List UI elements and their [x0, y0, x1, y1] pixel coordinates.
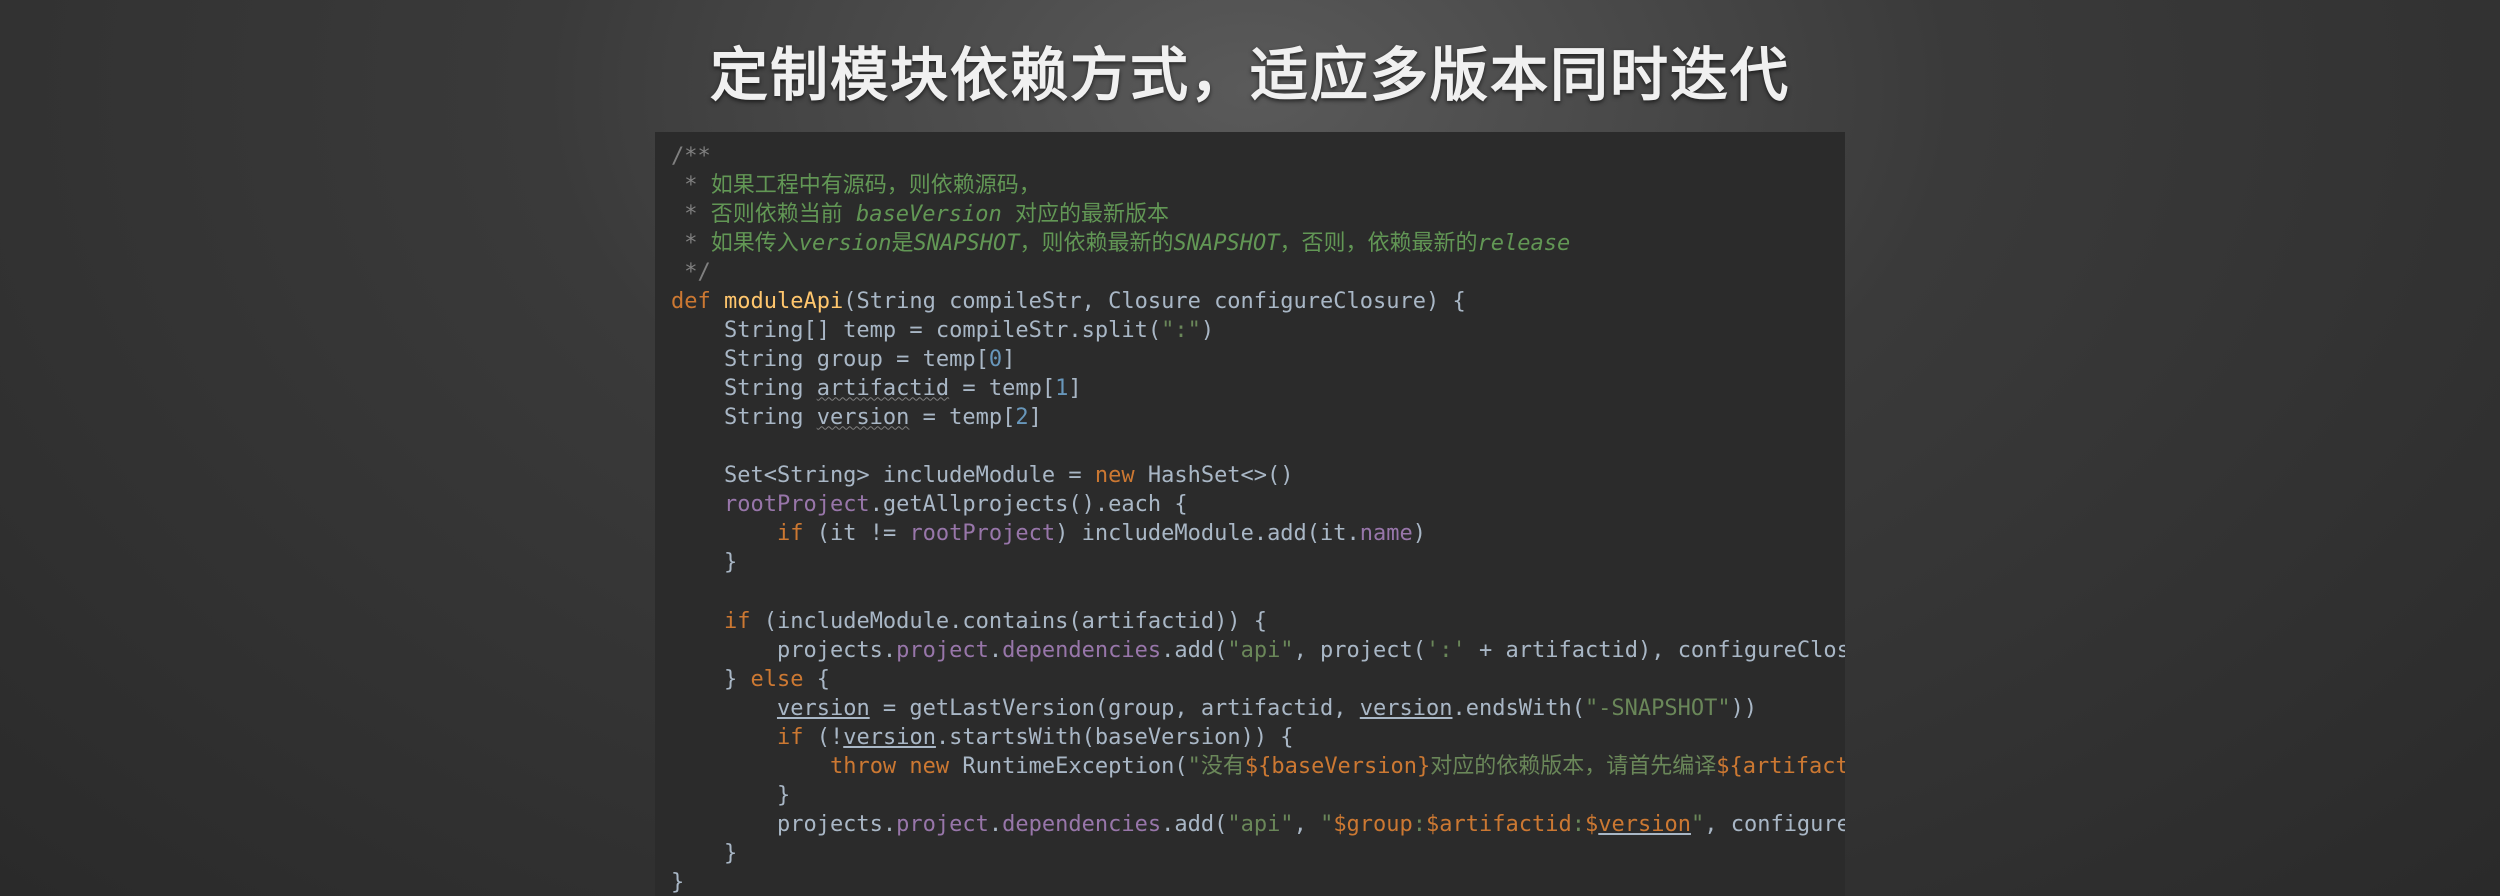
slide: 定制模块依赖方式，适应多版本同时迭代 /** * 如果工程中有源码，则依赖源码，…: [0, 0, 2500, 896]
var-artifactid: artifactid: [817, 376, 949, 401]
comment-open: /**: [671, 144, 711, 169]
kw-def: def: [671, 289, 711, 314]
var-rootproject: rootProject: [724, 492, 870, 517]
fn-moduleapi: moduleApi: [711, 289, 843, 314]
comment-close: */: [671, 260, 711, 285]
slide-title: 定制模块依赖方式，适应多版本同时迭代: [710, 28, 1790, 112]
var-version: version: [817, 405, 910, 430]
comment-baseversion: baseVersion: [856, 202, 1002, 227]
code-panel: /** * 如果工程中有源码，则依赖源码， * 否则依赖当前 baseVersi…: [655, 132, 1845, 896]
comment-line: 如果工程中有源码，则依赖源码，: [711, 173, 1041, 198]
